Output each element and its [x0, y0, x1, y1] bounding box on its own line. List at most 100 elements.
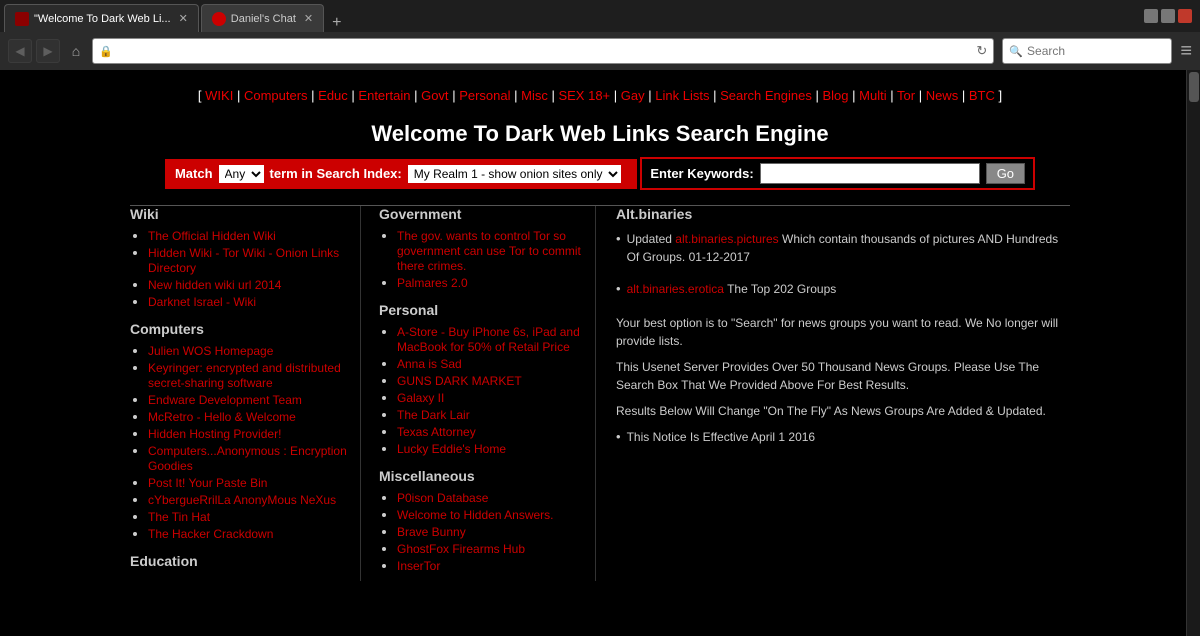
- nav-misc[interactable]: Misc: [521, 88, 548, 103]
- nav-sep-8: |: [614, 88, 621, 103]
- nav-multi[interactable]: Multi: [859, 88, 886, 103]
- nav-linklists[interactable]: Link Lists: [655, 88, 709, 103]
- tab-close-danielschat[interactable]: ✕: [304, 12, 313, 25]
- wiki-link2-1[interactable]: The Official Hidden Wiki: [148, 229, 276, 243]
- scrollbar[interactable]: [1186, 70, 1200, 636]
- address-input[interactable]: jdpskjmgy6kk4urv.onion/links.html: [117, 44, 977, 58]
- nav-govt[interactable]: Govt: [421, 88, 448, 103]
- misc-link-5[interactable]: InserTor: [397, 559, 440, 573]
- gov-link-1[interactable]: The gov. wants to control Tor so governm…: [397, 229, 581, 273]
- nav-computers[interactable]: Computers: [244, 88, 308, 103]
- refresh-icon[interactable]: ↻: [976, 43, 987, 59]
- personal-link-1[interactable]: A-Store - Buy iPhone 6s, iPad and MacBoo…: [397, 325, 580, 354]
- browser-search-input[interactable]: [1027, 44, 1165, 58]
- back-button[interactable]: ◀: [8, 39, 32, 63]
- col-gov-personal: Government The gov. wants to control Tor…: [360, 206, 595, 581]
- nav-sep-15: |: [962, 88, 969, 103]
- comp-link2-4[interactable]: McRetro - Hello & Welcome: [148, 410, 296, 424]
- nav-blog[interactable]: Blog: [823, 88, 849, 103]
- personal-link-4[interactable]: Galaxy II: [397, 391, 444, 405]
- lock-icon: 🔒: [99, 45, 113, 58]
- window-maximize-button[interactable]: [1161, 9, 1175, 23]
- comp-link2-7[interactable]: Post It! Your Paste Bin: [148, 476, 267, 490]
- nav-educ[interactable]: Educ: [318, 88, 348, 103]
- nav-tor[interactable]: Tor: [897, 88, 915, 103]
- comp-link2-9[interactable]: The Tin Hat: [148, 510, 210, 524]
- search-icon: 🔍: [1009, 45, 1023, 58]
- comp-link2-6[interactable]: Computers...Anonymous : Encryption Goodi…: [148, 444, 347, 473]
- content-area: Wiki The Official Hidden Wiki Hidden Wik…: [130, 206, 1070, 581]
- browser-search-bar[interactable]: 🔍: [1002, 38, 1172, 64]
- go-button[interactable]: Go: [986, 163, 1025, 184]
- realm-select[interactable]: My Realm 1 - show onion sites only My Re…: [408, 165, 621, 183]
- comp-link2-10[interactable]: The Hacker Crackdown: [148, 527, 273, 541]
- misc-link-1[interactable]: P0ison Database: [397, 491, 488, 505]
- list-item: New hidden wiki url 2014: [148, 277, 360, 292]
- list-item: The Dark Lair: [397, 407, 595, 422]
- nav-searchengines[interactable]: Search Engines: [720, 88, 812, 103]
- menu-icon[interactable]: ≡: [1180, 40, 1192, 63]
- address-bar[interactable]: 🔒 jdpskjmgy6kk4urv.onion/links.html ↻: [92, 38, 994, 64]
- misc-link-4[interactable]: GhostFox Firearms Hub: [397, 542, 525, 556]
- tab-danielschat[interactable]: Daniel's Chat ✕: [201, 4, 324, 32]
- altbinaries-text-1: Updated alt.binaries.pictures Which cont…: [627, 230, 1070, 266]
- comp-link2-8[interactable]: cYbergueRrilLa AnonyMous NeXus: [148, 493, 336, 507]
- home-button[interactable]: ⌂: [64, 39, 88, 63]
- nav-btc[interactable]: BTC: [969, 88, 995, 103]
- misc-link-3[interactable]: Brave Bunny: [397, 525, 466, 539]
- list-item: P0ison Database: [397, 490, 595, 505]
- nav-gay[interactable]: Gay: [621, 88, 645, 103]
- search-form: Match Any All term in Search Index: My R…: [130, 157, 1070, 191]
- window-close-button[interactable]: [1178, 9, 1192, 23]
- nav-sep-14: |: [919, 88, 926, 103]
- wiki-link2-3[interactable]: New hidden wiki url 2014: [148, 278, 281, 292]
- comp-link2-3[interactable]: Endware Development Team: [148, 393, 302, 407]
- comp-link2-2[interactable]: Keyringer: encrypted and distributed sec…: [148, 361, 341, 390]
- bullet-dot-notice: •: [616, 429, 621, 444]
- misc-link-2[interactable]: Welcome to Hidden Answers.: [397, 508, 554, 522]
- wiki-list2: The Official Hidden Wiki Hidden Wiki - T…: [130, 228, 360, 309]
- list-item: Anna is Sad: [397, 356, 595, 371]
- personal-link-5[interactable]: The Dark Lair: [397, 408, 470, 422]
- altbinaries-item-1: • Updated alt.binaries.pictures Which co…: [616, 230, 1070, 274]
- scrollbar-thumb[interactable]: [1189, 72, 1199, 102]
- tab-icon-darkweb: [15, 12, 29, 26]
- tab-close-darkweb[interactable]: ✕: [179, 12, 188, 25]
- new-tab-button[interactable]: +: [332, 14, 341, 32]
- nav-personal[interactable]: Personal: [459, 88, 510, 103]
- altbinaries-text-2: alt.binaries.erotica The Top 202 Groups: [627, 280, 837, 298]
- page-title: Welcome To Dark Web Links Search Engine: [130, 109, 1070, 157]
- nav-sex[interactable]: SEX 18+: [558, 88, 610, 103]
- list-item: Endware Development Team: [148, 392, 360, 407]
- altbinaries-pictures-link[interactable]: alt.binaries.pictures: [675, 232, 778, 246]
- keyword-row: Enter Keywords: Go: [640, 157, 1035, 190]
- list-item: GUNS DARK MARKET: [397, 373, 595, 388]
- browser-chrome: "Welcome To Dark Web Li... ✕ Daniel's Ch…: [0, 0, 1200, 70]
- tab-darkweb[interactable]: "Welcome To Dark Web Li... ✕: [4, 4, 199, 32]
- nav-entertain[interactable]: Entertain: [358, 88, 410, 103]
- nav-sep-1: |: [237, 88, 244, 103]
- personal-link-7[interactable]: Lucky Eddie's Home: [397, 442, 506, 456]
- comp-link2-5[interactable]: Hidden Hosting Provider!: [148, 427, 281, 441]
- window-minimize-button[interactable]: [1144, 9, 1158, 23]
- list-item: Keyringer: encrypted and distributed sec…: [148, 360, 360, 390]
- wiki-link2-4[interactable]: Darknet Israel - Wiki: [148, 295, 256, 309]
- personal-link-2[interactable]: Anna is Sad: [397, 357, 462, 371]
- list-item: Welcome to Hidden Answers.: [397, 507, 595, 522]
- wiki-link2-2[interactable]: Hidden Wiki - Tor Wiki - Onion Links Dir…: [148, 246, 339, 275]
- nav-news[interactable]: News: [926, 88, 959, 103]
- nav-bracket-close: ]: [998, 88, 1002, 103]
- gov-link-2[interactable]: Palmares 2.0: [397, 276, 468, 290]
- tab-label-danielschat: Daniel's Chat: [231, 13, 296, 25]
- list-item: The Tin Hat: [148, 509, 360, 524]
- comp-link2-1[interactable]: Julien WOS Homepage: [148, 344, 273, 358]
- nav-wiki[interactable]: WIKI: [205, 88, 233, 103]
- altbinaries-notice: • This Notice Is Effective April 1 2016: [616, 428, 1070, 454]
- personal-link-3[interactable]: GUNS DARK MARKET: [397, 374, 522, 388]
- altbinaries-item-2: • alt.binaries.erotica The Top 202 Group…: [616, 280, 1070, 306]
- match-select[interactable]: Any All: [219, 165, 264, 183]
- altbinaries-erotica-link[interactable]: alt.binaries.erotica: [627, 282, 724, 296]
- personal-link-6[interactable]: Texas Attorney: [397, 425, 476, 439]
- keyword-input[interactable]: [760, 163, 980, 184]
- forward-button[interactable]: ▶: [36, 39, 60, 63]
